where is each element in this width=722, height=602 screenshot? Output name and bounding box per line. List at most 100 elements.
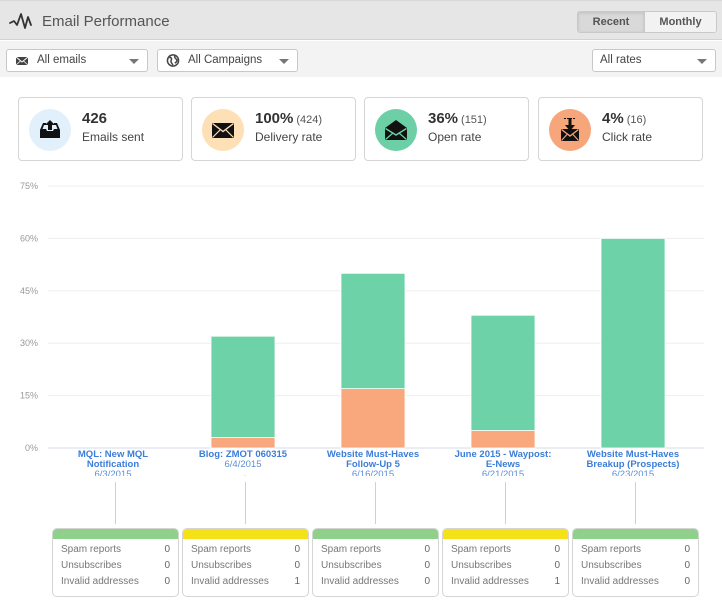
chevron-down-icon	[129, 59, 139, 64]
stat-value: 0	[424, 560, 430, 571]
outbox-upload-icon	[40, 120, 60, 138]
kpi-value: 100% (424)	[255, 110, 323, 127]
campaigns-dropdown[interactable]: All Campaigns	[157, 49, 298, 72]
kpi-delivery-rate: 100% (424) Delivery rate	[191, 97, 356, 161]
x-category-date: 6/21/2015	[482, 469, 524, 476]
stat-label: Invalid addresses	[321, 576, 399, 587]
connector-line	[115, 482, 116, 524]
stats-rows: Spam reports 0 Unsubscribes 0 Invalid addres…	[573, 539, 698, 592]
bar-segment-open-rate[interactable]	[340, 272, 406, 390]
y-tick-label: 0%	[25, 443, 38, 453]
stat-row: Unsubscribes 0	[573, 560, 698, 576]
kpi-open-rate: 36% (151) Open rate	[364, 97, 529, 161]
globe-icon	[166, 54, 180, 67]
bar-segment-open-rate[interactable]	[470, 314, 536, 431]
stat-value: 0	[164, 576, 170, 587]
x-category-date: 6/4/2015	[225, 459, 262, 470]
tab-recent[interactable]: Recent	[578, 12, 645, 32]
stat-value: 0	[424, 576, 430, 587]
stat-row: Spam reports 0	[53, 544, 178, 560]
stat-row: Unsubscribes 0	[313, 560, 438, 576]
stat-value: 0	[554, 544, 560, 555]
deliverability-stats-card: Spam reports 0 Unsubscribes 0 Invalid addres…	[572, 528, 699, 597]
rates-dropdown[interactable]: All rates	[592, 49, 716, 72]
stat-label: Invalid addresses	[451, 576, 529, 587]
y-axis: 0% 15% 30% 45% 60% 75%	[20, 181, 38, 453]
filter-bar: All emails All Campaigns All rates	[0, 41, 722, 77]
tab-monthly[interactable]: Monthly	[645, 12, 716, 32]
emails-dropdown[interactable]: All emails	[6, 49, 148, 72]
stat-row: Spam reports 0	[183, 544, 308, 560]
bar-segment-open-rate[interactable]	[600, 238, 666, 449]
stat-label: Unsubscribes	[451, 560, 512, 571]
envelope-closed-icon	[212, 122, 234, 138]
kpi-value: 36% (151)	[428, 110, 487, 127]
stat-label: Spam reports	[61, 544, 122, 555]
campaigns-dropdown-value: All Campaigns	[188, 54, 263, 66]
x-category-date: 6/16/2015	[352, 469, 394, 476]
bar-segment-open-rate[interactable]	[210, 335, 276, 438]
x-axis: MQL: New MQLNotification6/3/2015Blog: ZM…	[78, 449, 680, 476]
stat-label: Unsubscribes	[61, 560, 122, 571]
kpi-icon-circle	[202, 109, 244, 151]
envelope-open-icon	[385, 120, 407, 140]
stats-rows: Spam reports 0 Unsubscribes 0 Invalid addres…	[53, 539, 178, 592]
bar-segment-click-rate[interactable]	[210, 437, 276, 449]
kpi-label: Emails sent	[82, 130, 145, 144]
stat-label: Invalid addresses	[61, 576, 139, 587]
stat-value: 0	[164, 544, 170, 555]
stat-value: 0	[164, 560, 170, 571]
stat-label: Unsubscribes	[191, 560, 252, 571]
emails-dropdown-value: All emails	[37, 54, 87, 66]
deliverability-stats-card: Spam reports 0 Unsubscribes 0 Invalid addres…	[52, 528, 179, 597]
stat-value: 0	[294, 560, 300, 571]
stat-value: 1	[294, 576, 300, 587]
kpi-label: Delivery rate	[255, 130, 323, 144]
connector-line	[245, 482, 246, 524]
deliverability-stats-card: Spam reports 0 Unsubscribes 0 Invalid addres…	[312, 528, 439, 597]
stat-row: Invalid addresses 0	[53, 576, 178, 592]
status-bar	[53, 529, 178, 539]
stat-row: Spam reports 0	[573, 544, 698, 560]
stat-label: Invalid addresses	[581, 576, 659, 587]
stat-value: 1	[554, 576, 560, 587]
stat-value: 0	[684, 576, 690, 587]
status-bar	[573, 529, 698, 539]
status-bar	[313, 529, 438, 539]
stat-row: Unsubscribes 0	[443, 560, 568, 576]
stat-label: Spam reports	[321, 544, 382, 555]
kpi-icon-circle	[375, 109, 417, 151]
bar-segment-click-rate[interactable]	[340, 388, 406, 449]
kpi-label: Open rate	[428, 130, 482, 144]
stat-row: Invalid addresses 0	[573, 576, 698, 592]
envelope-download-icon	[561, 118, 579, 141]
stats-rows: Spam reports 0 Unsubscribes 0 Invalid addres…	[443, 539, 568, 592]
stat-label: Invalid addresses	[191, 576, 269, 587]
bar-segment-click-rate[interactable]	[470, 430, 536, 449]
stat-label: Unsubscribes	[321, 560, 382, 571]
status-bar	[183, 529, 308, 539]
stat-value: 0	[684, 560, 690, 571]
stat-row: Unsubscribes 0	[53, 560, 178, 576]
stat-row: Spam reports 0	[443, 544, 568, 560]
deliverability-stats-card: Spam reports 0 Unsubscribes 0 Invalid addres…	[442, 528, 569, 597]
kpi-label: Click rate	[602, 130, 653, 144]
connector-line	[375, 482, 376, 524]
x-category-date: 6/23/2015	[612, 469, 654, 476]
header: Email Performance Recent Monthly	[0, 0, 722, 40]
stat-value: 0	[684, 544, 690, 555]
stats-rows: Spam reports 0 Unsubscribes 0 Invalid addres…	[313, 539, 438, 592]
stat-value: 0	[424, 544, 430, 555]
connector-line	[505, 482, 506, 524]
stat-row: Unsubscribes 0	[183, 560, 308, 576]
status-bar	[443, 529, 568, 539]
connector-line	[635, 482, 636, 524]
kpi-value: 426	[82, 110, 108, 127]
y-tick-label: 45%	[20, 286, 38, 296]
envelope-icon	[15, 56, 29, 66]
chevron-down-icon	[697, 59, 707, 64]
deliverability-stats-card: Spam reports 0 Unsubscribes 0 Invalid addres…	[182, 528, 309, 597]
stat-value: 0	[294, 544, 300, 555]
page-title: Email Performance	[42, 13, 170, 30]
stat-label: Spam reports	[581, 544, 642, 555]
